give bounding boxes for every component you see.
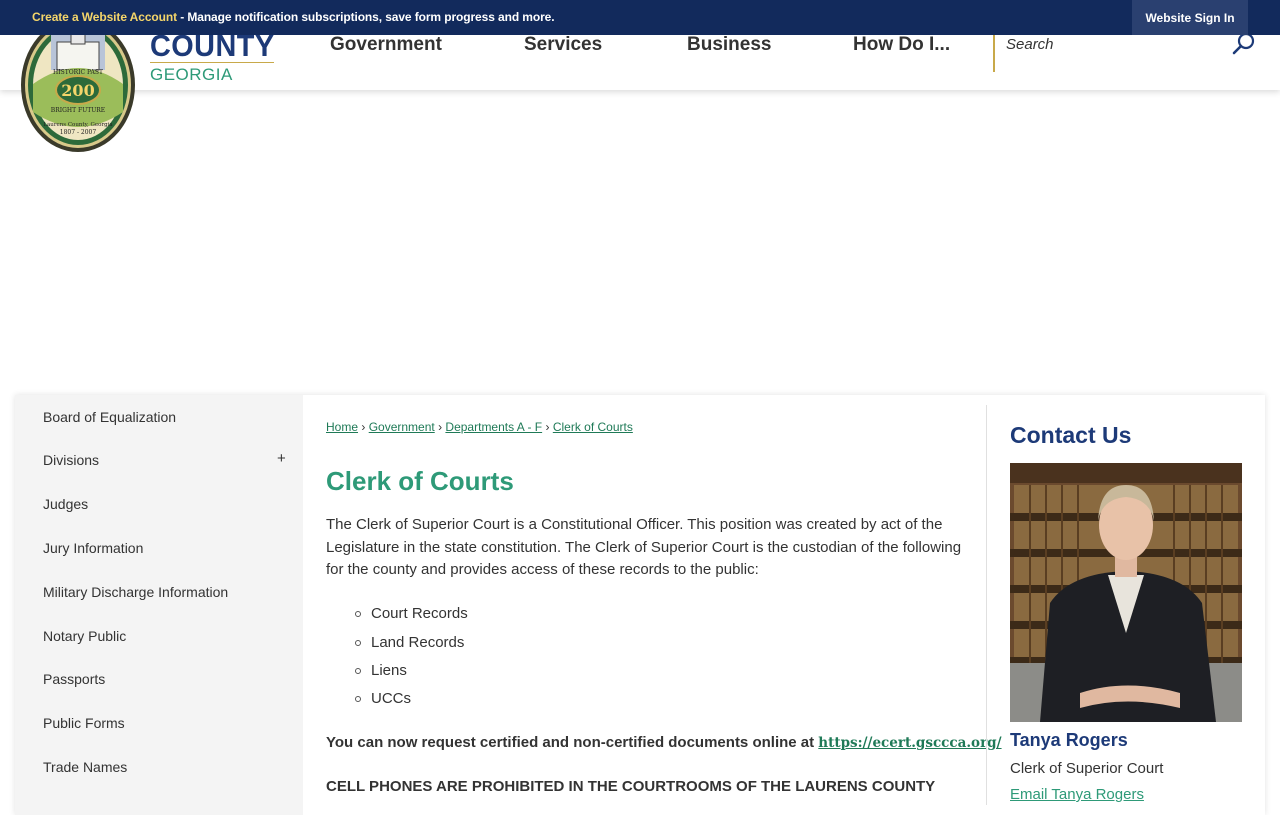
breadcrumb-separator: ›	[438, 420, 443, 434]
sidebar-item-passports[interactable]: Passports	[43, 671, 105, 687]
nav-business[interactable]: Business	[687, 34, 771, 56]
sidebar-item-trade-names[interactable]: Trade Names	[43, 759, 127, 775]
online-request-text: You can now request certified and non-ce…	[326, 734, 1002, 751]
breadcrumb-departments[interactable]: Departments A - F	[445, 420, 542, 434]
sidebar-item-military-discharge[interactable]: Military Discharge Information	[43, 584, 228, 600]
list-item: Land Records	[354, 634, 465, 651]
intro-paragraph: The Clerk of Superior Court is a Constit…	[326, 516, 962, 579]
seal-motto-top: HISTORIC PAST	[53, 69, 103, 76]
breadcrumb-clerk-of-courts[interactable]: Clerk of Courts	[553, 420, 633, 434]
sidebar-item-divisions[interactable]: Divisions	[43, 452, 99, 468]
contact-photo	[1010, 463, 1242, 722]
email-contact-link[interactable]: Email Tanya Rogers	[1010, 786, 1144, 803]
page-title: Clerk of Courts	[326, 466, 514, 496]
cell-phone-notice: CELL PHONES ARE PROHIBITED IN THE COURTR…	[326, 778, 936, 795]
expand-plus-icon[interactable]: +	[277, 450, 286, 467]
brand-state[interactable]: GEORGIA	[150, 65, 233, 85]
contact-role: Clerk of Superior Court	[1010, 760, 1164, 777]
ecert-link[interactable]: https://ecert.gsccca.org/	[818, 735, 1001, 751]
seal-years: 1807 - 2007	[60, 129, 97, 136]
column-divider	[986, 405, 987, 805]
nav-how-do-i[interactable]: How Do I...	[853, 34, 950, 56]
sidebar-item-public-forms[interactable]: Public Forms	[43, 715, 125, 731]
sidebar-item-jury-information[interactable]: Jury Information	[43, 540, 143, 556]
online-request-label: You can now request certified and non-ce…	[326, 734, 819, 751]
notification-bar: Create a Website Account - Manage notifi…	[0, 0, 1280, 35]
breadcrumb-separator: ›	[545, 420, 550, 434]
breadcrumb-separator: ›	[361, 420, 366, 434]
sidebar-item-judges[interactable]: Judges	[43, 496, 88, 512]
breadcrumb-government[interactable]: Government	[369, 420, 435, 434]
list-item: Court Records	[355, 605, 468, 622]
breadcrumb: Home › Government › Departments A - F › …	[326, 420, 633, 434]
list-item: Liens	[355, 662, 407, 679]
notification-text: - Manage notification subscriptions, sav…	[176, 10, 555, 24]
website-sign-in-button[interactable]: Website Sign In	[1132, 0, 1248, 35]
brand-divider	[150, 62, 274, 63]
create-account-link[interactable]: Create a Website Account	[32, 10, 177, 24]
seal-number: 200	[61, 81, 94, 100]
seal-motto-bottom: BRIGHT FUTURE	[51, 107, 105, 114]
list-item: UCCs	[355, 690, 411, 707]
sidebar-item-board-of-equalization[interactable]: Board of Equalization	[43, 409, 176, 425]
breadcrumb-home[interactable]: Home	[326, 420, 358, 434]
contact-name: Tanya Rogers	[1010, 730, 1128, 750]
nav-government[interactable]: Government	[330, 34, 442, 56]
notification-message: Create a Website Account - Manage notifi…	[32, 10, 555, 24]
contact-us-heading: Contact Us	[1010, 422, 1132, 448]
sidebar-item-notary-public[interactable]: Notary Public	[43, 628, 126, 644]
seal-caption: Laurens County, Georgia	[43, 122, 113, 128]
nav-services[interactable]: Services	[524, 34, 602, 56]
